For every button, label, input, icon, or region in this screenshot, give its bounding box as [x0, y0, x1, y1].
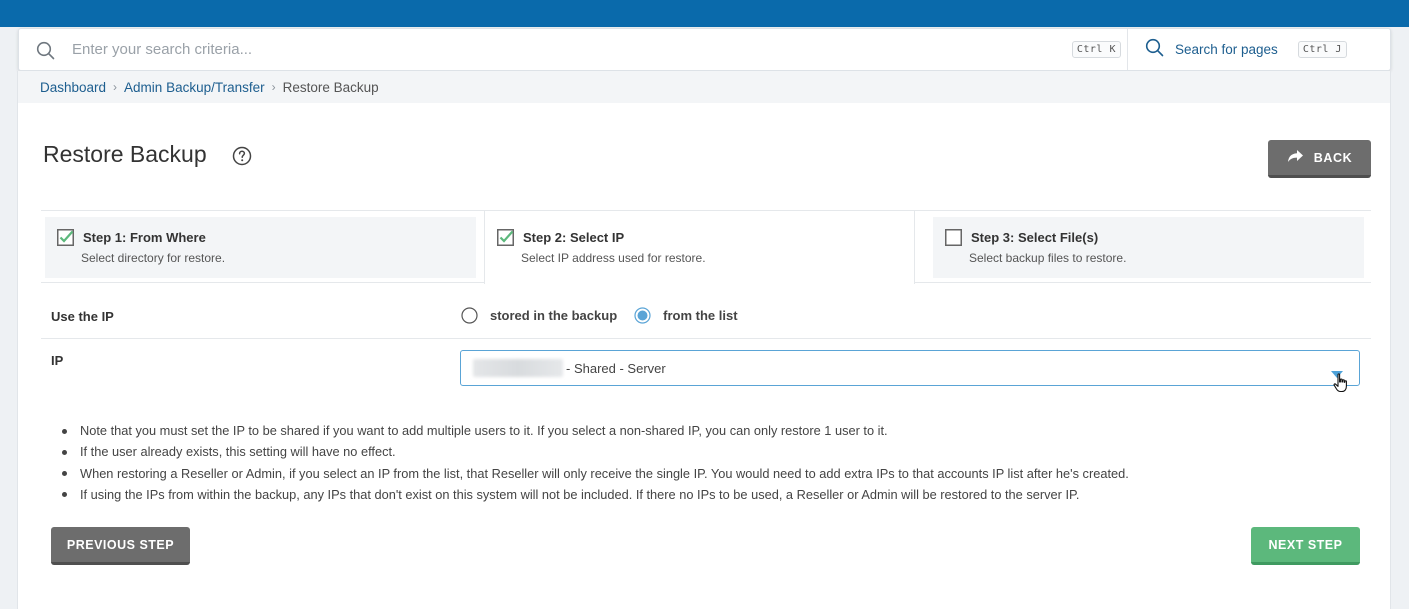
breadcrumb-dashboard[interactable]: Dashboard — [40, 80, 106, 95]
breadcrumb-admin-backup-transfer[interactable]: Admin Backup/Transfer — [124, 80, 265, 95]
radio-unchecked-icon — [461, 307, 478, 324]
back-button-label: BACK — [1313, 150, 1353, 165]
step-3[interactable]: Step 3: Select File(s) Select backup fil… — [933, 217, 1364, 278]
radio-checked-icon — [634, 307, 651, 324]
top-header-bar — [0, 0, 1409, 27]
use-ip-label: Use the IP — [51, 309, 114, 324]
search-pages-shortcut-badge: Ctrl J — [1297, 41, 1347, 58]
search-pages-icon — [1145, 38, 1164, 62]
step-checkbox — [57, 229, 74, 251]
step-1[interactable]: Step 1: From Where Select directory for … — [45, 217, 476, 278]
share-arrow-icon — [1287, 149, 1304, 166]
radio-stored-in-backup[interactable]: stored in the backup — [461, 307, 617, 324]
radio-label: from the list — [663, 308, 738, 323]
help-icon[interactable] — [232, 146, 252, 171]
breadcrumb: Dashboard › Admin Backup/Transfer › Rest… — [18, 71, 1390, 103]
ip-label: IP — [51, 353, 64, 368]
step-title: Step 3: Select File(s) — [971, 230, 1099, 245]
note-item: If using the IPs from within the backup,… — [62, 484, 1360, 505]
search-shortcut-badge: Ctrl K — [1071, 41, 1121, 58]
step-checkbox — [497, 229, 514, 251]
notes-list: Note that you must set the IP to be shar… — [62, 420, 1360, 505]
note-item: If the user already exists, this setting… — [62, 441, 1360, 462]
back-button[interactable]: BACK — [1268, 140, 1371, 178]
ip-row: IP - Shared - Server — [41, 341, 1371, 393]
step-description: Select directory for restore. — [81, 251, 226, 265]
search-input[interactable] — [19, 29, 1072, 70]
ip-select-value: - Shared - Server — [566, 360, 666, 376]
search-icon — [36, 41, 55, 65]
search-area: Ctrl K — [19, 29, 1127, 70]
step-title: Step 2: Select IP — [523, 230, 625, 245]
main-panel: Dashboard › Admin Backup/Transfer › Rest… — [17, 71, 1391, 609]
step-title: Step 1: From Where — [83, 230, 206, 245]
step-2[interactable]: Step 2: Select IP Select IP address used… — [484, 211, 915, 284]
use-ip-row: Use the IP stored in the backup from the… — [41, 300, 1371, 339]
breadcrumb-current: Restore Backup — [282, 79, 379, 95]
wizard-steps: Step 1: From Where Select directory for … — [41, 210, 1371, 284]
use-ip-radio-group: stored in the backup from the list — [461, 307, 755, 324]
ip-select[interactable]: - Shared - Server — [460, 350, 1360, 393]
search-pages-label: Search for pages — [1175, 42, 1278, 57]
step-description: Select backup files to restore. — [969, 251, 1127, 265]
step-description: Select IP address used for restore. — [521, 251, 706, 265]
redacted-ip-address — [473, 359, 563, 377]
chevron-right-icon: › — [113, 80, 118, 94]
radio-label: stored in the backup — [490, 308, 618, 323]
hand-cursor-icon — [1333, 373, 1349, 398]
previous-step-button[interactable]: PREVIOUS STEP — [51, 527, 190, 565]
radio-from-the-list[interactable]: from the list — [634, 307, 738, 324]
next-step-button[interactable]: NEXT STEP — [1251, 527, 1360, 565]
note-item: When restoring a Reseller or Admin, if y… — [62, 463, 1360, 484]
chevron-right-icon: › — [271, 80, 276, 94]
page-title: Restore Backup — [43, 141, 207, 167]
search-pages-button[interactable]: Search for pages Ctrl J — [1127, 29, 1390, 70]
note-item: Note that you must set the IP to be shar… — [62, 420, 1360, 441]
search-bar: Ctrl K Search for pages Ctrl J — [18, 28, 1391, 71]
step-checkbox — [945, 229, 962, 251]
